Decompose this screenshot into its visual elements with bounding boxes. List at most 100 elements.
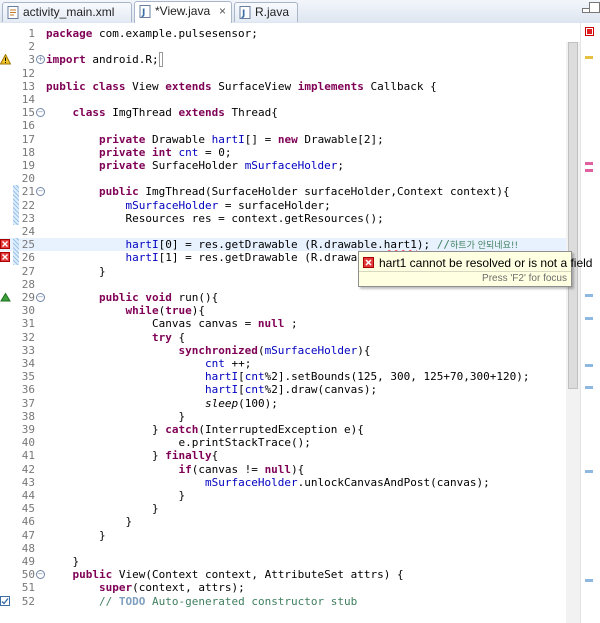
code-line[interactable]: 14 (0, 93, 580, 106)
code-line[interactable]: 33 synchronized(mSurfaceHolder){ (0, 344, 580, 357)
code-line[interactable]: 1 package com.example.pulsesensor; (0, 27, 580, 40)
code-line[interactable]: 32 try { (0, 331, 580, 344)
error-icon[interactable] (0, 239, 11, 250)
code-line[interactable]: 40 e.printStackTrace(); (0, 436, 580, 449)
code-line[interactable]: 36 hartI[cnt%2].draw(canvas); (0, 383, 580, 396)
code-line[interactable]: 51 super(context, attrs); (0, 581, 580, 594)
code-line[interactable]: 50− public View(Context context, Attribu… (0, 568, 580, 581)
fold-collapse-icon[interactable]: − (36, 570, 45, 580)
line-number: 40 (21, 436, 35, 450)
warning-marker[interactable] (585, 56, 593, 59)
line-number: 3 (28, 53, 35, 67)
code-line[interactable]: 42 if(canvas != null){ (0, 463, 580, 476)
error-marker[interactable] (585, 162, 593, 165)
code-line[interactable]: 48 (0, 542, 580, 555)
code-line[interactable]: 24 (0, 225, 580, 238)
line-number: 36 (21, 383, 35, 397)
code-line[interactable]: 25 hartI[0] = res.getDrawable (R.drawabl… (0, 238, 580, 252)
code-line[interactable]: 13 public class View extends SurfaceView … (0, 80, 580, 93)
code-text: cnt ++; (204, 357, 252, 370)
code-line[interactable]: 30 while(true){ (0, 304, 580, 317)
code-line[interactable]: 46 } (0, 515, 580, 528)
line-number: 13 (21, 79, 35, 93)
tab-activity-main-xml[interactable]: activity_main.xml (2, 2, 132, 22)
code-text: try { (151, 330, 186, 344)
code-line[interactable]: 31 Canvas canvas = null ; (0, 317, 580, 330)
code-line[interactable]: 19 private SurfaceHolder mSurfaceHolder; (0, 159, 580, 172)
task-icon[interactable] (0, 595, 11, 607)
code-line[interactable]: 38 } (0, 410, 580, 423)
code-line[interactable]: 21− public ImgThread(SurfaceHolder surfa… (0, 185, 580, 198)
occurrence-marker[interactable] (585, 317, 593, 320)
line-number: 37 (21, 396, 35, 410)
java-file-icon: J (139, 5, 151, 18)
fold-collapse-icon[interactable]: − (36, 293, 45, 302)
code-line[interactable]: 43 mSurfaceHolder.unlockCanvasAndPost(ca… (0, 476, 580, 489)
fold-expand-icon[interactable]: + (36, 55, 45, 65)
occurrence-marker[interactable] (585, 470, 593, 473)
error-icon (363, 257, 374, 268)
line-number: 29 (21, 291, 35, 304)
code-line[interactable]: 44 } (0, 489, 580, 502)
code-text: import android.R;​ (46, 52, 163, 68)
scrollbar-thumb[interactable] (568, 42, 578, 389)
line-number: 30 (21, 304, 35, 318)
code-text: mSurfaceHolder.unlockCanvasAndPost(canva… (204, 475, 490, 489)
code-line[interactable]: 41 } finally{ (0, 449, 580, 462)
code-line[interactable]: 37 sleep(100); (0, 397, 580, 410)
fold-collapse-icon[interactable]: − (36, 187, 45, 197)
xml-file-icon (7, 6, 19, 19)
code-line[interactable]: 49 } (0, 555, 580, 568)
warning-icon[interactable] (0, 54, 11, 65)
code-text: private int cnt = 0; (98, 145, 232, 159)
overview-ruler (580, 23, 600, 623)
line-number: 42 (21, 462, 35, 476)
maximize-icon[interactable] (589, 2, 600, 13)
code-line[interactable]: 20 (0, 172, 580, 185)
code-line[interactable]: 45 } (0, 502, 580, 515)
hover-message: hart1 cannot be resolved or is not a fie… (379, 256, 593, 270)
tab-view-java[interactable]: J *View.java × (134, 1, 232, 23)
code-line[interactable]: 15− class ImgThread extends Thread{ (0, 106, 580, 119)
code-text: } (46, 409, 186, 423)
code-line[interactable]: 23 Resources res = context.getResources(… (0, 212, 580, 225)
override-icon[interactable] (0, 292, 11, 303)
code-line[interactable]: 47 } (0, 529, 580, 542)
code-line[interactable]: 17 private Drawable hartI[] = new Drawab… (0, 133, 580, 146)
problem-hover-tooltip[interactable]: hart1 cannot be resolved or is not a fie… (358, 251, 592, 287)
code-text: } (46, 515, 133, 529)
code-text: class ImgThread extends Thread{ (72, 106, 278, 120)
line-number: 51 (21, 581, 35, 595)
tab-label: *View.java (155, 4, 211, 18)
close-tab-icon[interactable]: × (219, 2, 226, 21)
error-marker[interactable] (585, 169, 593, 172)
line-number: 50 (21, 568, 35, 582)
line-number: 17 (21, 132, 35, 146)
occurrence-marker[interactable] (585, 294, 593, 297)
code-line[interactable]: 34 cnt ++; (0, 357, 580, 370)
code-line[interactable]: 35 hartI[cnt%2].setBounds(125, 300, 125+… (0, 370, 580, 383)
tab-r-java[interactable]: J R.java (234, 2, 298, 22)
code-line[interactable]: 39 } catch(InterruptedException e){ (0, 423, 580, 436)
code-line[interactable]: 29− public void run(){ (0, 291, 580, 304)
code-text: } (46, 264, 106, 278)
occurrence-marker[interactable] (585, 364, 593, 367)
code-line[interactable]: 3+import android.R;​ (0, 52, 580, 68)
code-editor[interactable]: 1 package com.example.pulsesensor; 2 3 + impo… (0, 23, 580, 623)
vertical-scrollbar[interactable] (566, 42, 580, 623)
occurrence-marker[interactable] (585, 579, 593, 582)
code-line[interactable]: 22 mSurfaceHolder = surfaceHolder; (0, 199, 580, 212)
code-text: sleep(100); (204, 396, 278, 410)
code-line[interactable]: 52 // TODO Auto-generated constructor st… (0, 595, 580, 608)
code-line[interactable]: 2 (0, 40, 580, 53)
error-summary-icon (585, 27, 594, 36)
code-line[interactable]: 16 (0, 119, 580, 132)
code-line[interactable]: 18 private int cnt = 0; (0, 146, 580, 159)
code-text: if(canvas != null){ (178, 462, 305, 476)
fold-collapse-icon[interactable]: − (36, 108, 45, 118)
error-icon[interactable] (0, 252, 11, 263)
line-number: 27 (21, 264, 35, 278)
line-number: 35 (21, 370, 35, 384)
occurrence-marker[interactable] (585, 386, 593, 389)
code-line[interactable]: 12 (0, 67, 580, 80)
